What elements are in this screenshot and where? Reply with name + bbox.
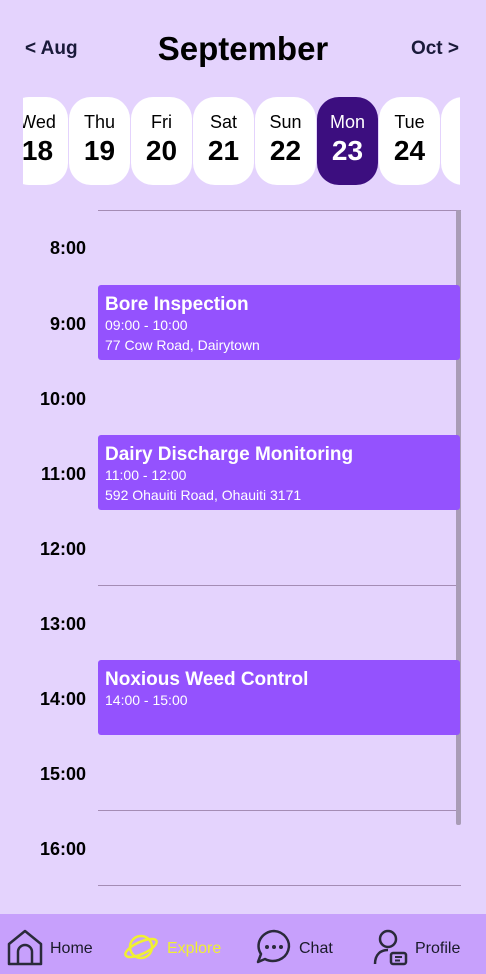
event-location: 592 Ohauiti Road, Ohauiti 3171 (105, 487, 302, 503)
day-number: 20 (145, 135, 178, 166)
hour-label-13: 13:00 (39, 614, 86, 634)
nav-home[interactable]: Home (6, 914, 106, 974)
day-name: Mon (329, 112, 365, 132)
nav-chat-label: Chat (299, 940, 333, 957)
event-title: Bore Inspection (105, 294, 249, 315)
nav-explore-label: Explore (167, 940, 222, 957)
hour-label-8: 8:00 (49, 238, 86, 258)
hour-label-15: 15:00 (39, 764, 86, 784)
day-mon-23-selected[interactable]: Mon 23 (317, 97, 378, 185)
day-sat-21[interactable]: Sat 21 (193, 97, 254, 185)
day-name: Thu (83, 112, 116, 132)
day-thu-19[interactable]: Thu 19 (69, 97, 130, 185)
day-name: Wed (23, 112, 56, 132)
day-wed-18[interactable]: Wed 18 (23, 97, 68, 185)
bottom-navigation: Home Explore Chat Profile (0, 914, 486, 974)
hour-divider (98, 885, 461, 886)
day-number: 23 (331, 135, 364, 166)
day-number: 22 (269, 135, 302, 166)
home-icon (7, 929, 43, 966)
event-time: 09:00 - 10:00 (105, 317, 188, 333)
day-name: Tue (394, 112, 425, 132)
event-title: Dairy Discharge Monitoring (105, 444, 354, 465)
next-month-button[interactable]: Oct > (411, 38, 459, 60)
hour-label-12: 12:00 (39, 539, 86, 559)
nav-chat[interactable]: Chat (255, 914, 345, 974)
hour-divider (98, 585, 461, 586)
event-time: 11:00 - 12:00 (105, 467, 187, 483)
day-name: Fri (151, 112, 172, 132)
day-schedule[interactable]: 8:00 9:00 10:00 11:00 12:00 13:00 14:00 … (0, 210, 486, 910)
nav-explore[interactable]: Explore (122, 914, 232, 974)
hour-label-14: 14:00 (39, 689, 86, 709)
hour-divider (98, 810, 461, 811)
day-sun-22[interactable]: Sun 22 (255, 97, 316, 185)
hour-label-10: 10:00 (39, 389, 86, 409)
hour-label-16: 16:00 (39, 839, 86, 859)
hour-divider (98, 210, 461, 211)
day-number: 21 (207, 135, 240, 166)
day-number: 19 (83, 135, 116, 166)
event-location: 77 Cow Road, Dairytown (105, 337, 260, 353)
event-bore-inspection[interactable]: Bore Inspection 09:00 - 10:00 77 Cow Roa… (98, 285, 460, 360)
month-header: < Aug September Oct > (0, 0, 486, 100)
day-tue-24[interactable]: Tue 24 (379, 97, 440, 185)
chat-bubble-icon (256, 929, 291, 964)
day-name: Sun (269, 112, 302, 132)
nav-home-label: Home (50, 940, 93, 957)
event-time: 14:00 - 15:00 (105, 692, 188, 708)
nav-profile-label: Profile (415, 940, 461, 957)
day-fri-20[interactable]: Fri 20 (131, 97, 192, 185)
event-title: Noxious Weed Control (105, 669, 309, 690)
day-strip[interactable]: Wed 18 Thu 19 Fri 20 Sat 21 Sun 22 Mon 2… (23, 97, 460, 185)
planet-icon (124, 934, 158, 960)
day-number: 24 (393, 135, 426, 166)
hour-label-11: 11:00 (40, 464, 86, 484)
day-partial[interactable] (441, 97, 460, 185)
event-noxious-weed-control[interactable]: Noxious Weed Control 14:00 - 15:00 (98, 660, 460, 735)
profile-icon (373, 929, 408, 966)
nav-profile[interactable]: Profile (372, 914, 472, 974)
day-name: Sat (209, 112, 238, 132)
day-number: 18 (23, 135, 54, 166)
hour-label-9: 9:00 (49, 314, 86, 334)
event-dairy-discharge-monitoring[interactable]: Dairy Discharge Monitoring 11:00 - 12:00… (98, 435, 460, 510)
